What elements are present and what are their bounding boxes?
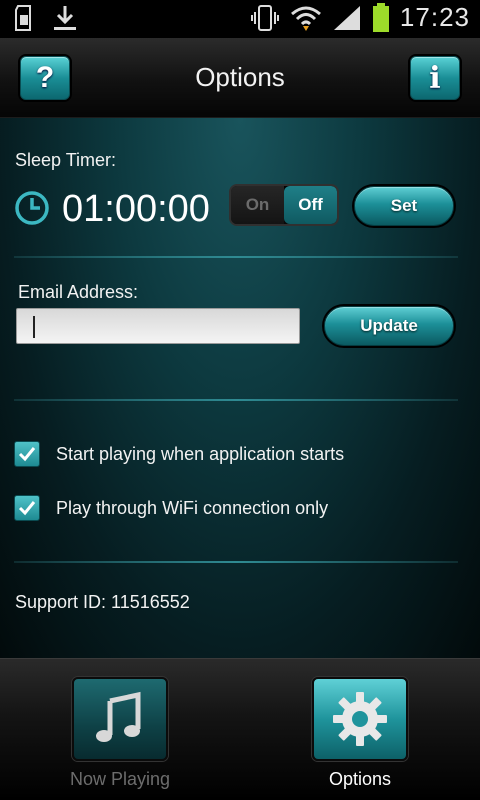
support-id: Support ID: 11516552	[15, 592, 190, 612]
signal-icon	[333, 5, 360, 30]
now-playing-tab-label: Now Playing	[69, 769, 171, 789]
divider	[14, 399, 458, 401]
option-start-playing[interactable]: Start playing when application starts	[14, 439, 344, 469]
options-tab-button[interactable]	[312, 677, 408, 761]
clock-icon	[15, 191, 49, 225]
battery-icon	[372, 2, 389, 32]
tab-now-playing[interactable]: Now Playing	[40, 677, 200, 797]
divider	[14, 561, 458, 563]
wifi-only-label: Play through WiFi connection only	[56, 497, 329, 518]
sleep-timer-toggle[interactable]: On Off	[229, 184, 339, 226]
start-playing-checkbox[interactable]	[14, 441, 40, 467]
vibrate-icon	[250, 4, 279, 31]
wifi-only-checkbox[interactable]	[14, 495, 40, 521]
option-wifi-only[interactable]: Play through WiFi connection only	[14, 493, 328, 523]
set-button[interactable]: Set	[354, 186, 454, 226]
divider	[14, 256, 458, 258]
toggle-off-option[interactable]: Off	[284, 186, 337, 224]
wifi-icon	[290, 6, 321, 31]
text-cursor	[33, 316, 35, 338]
checkmark-icon	[18, 447, 36, 462]
sleep-timer-value[interactable]: 01:00:00	[62, 188, 210, 231]
options-panel: Sleep Timer: 01:00:00 On Off Set Email A…	[0, 118, 480, 658]
checkmark-icon	[18, 501, 36, 516]
info-icon: i	[429, 60, 441, 96]
status-time: 17:23	[399, 2, 470, 32]
sleep-timer-label: Sleep Timer:	[15, 150, 117, 170]
status-bar: 17:23	[0, 0, 480, 38]
now-playing-tab-button[interactable]	[72, 677, 168, 761]
sd-card-icon	[15, 5, 31, 31]
toggle-on-option[interactable]: On	[231, 186, 284, 224]
start-playing-label: Start playing when application starts	[56, 443, 345, 464]
info-button[interactable]: i	[410, 56, 460, 100]
gear-icon	[333, 692, 387, 746]
music-note-icon	[96, 691, 141, 742]
email-label: Email Address:	[18, 282, 139, 302]
header: ? Options i	[0, 38, 480, 118]
page-title: Options	[195, 62, 285, 92]
tab-options[interactable]: Options	[280, 677, 440, 797]
update-button[interactable]: Update	[324, 306, 454, 346]
email-field[interactable]	[16, 308, 300, 344]
tab-bar: Now Playing Options	[0, 658, 480, 800]
download-icon	[54, 6, 76, 30]
options-tab-label: Options	[328, 769, 392, 789]
